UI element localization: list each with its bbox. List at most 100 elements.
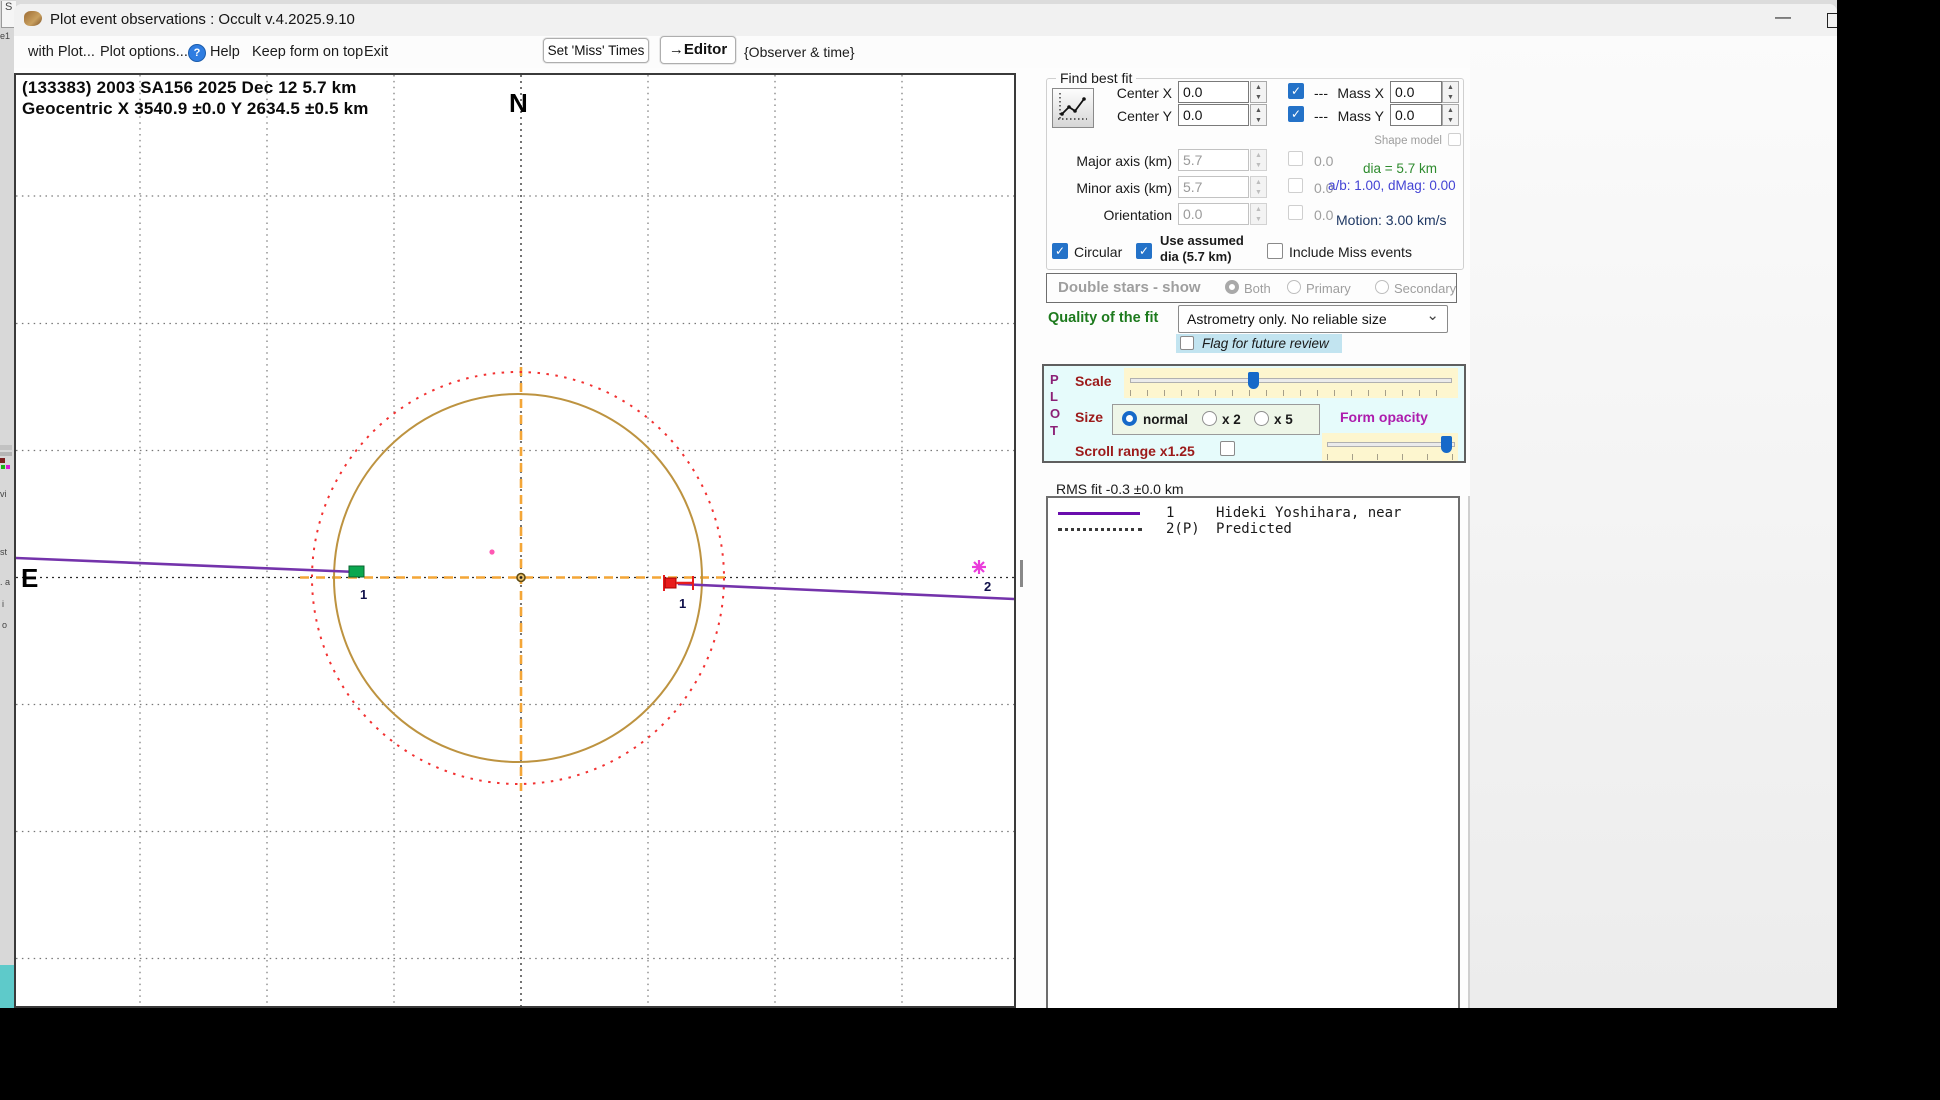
set-miss-times-button[interactable]: Set 'Miss' Times — [543, 38, 649, 63]
background-icon-fragment — [6, 465, 10, 469]
orientation-spinner[interactable]: ▲ ▼ — [1250, 203, 1267, 225]
minor-axis-input[interactable] — [1178, 176, 1249, 198]
form-opacity-ticks — [1327, 454, 1453, 460]
orientation-input[interactable] — [1178, 203, 1249, 225]
background-text-fragment: i — [2, 599, 4, 609]
menu-exit[interactable]: Exit — [364, 44, 388, 60]
background-taskbar-fragment — [0, 965, 15, 1008]
plot-letter-t: T — [1050, 423, 1058, 438]
center-x-input[interactable] — [1178, 81, 1249, 103]
size-normal-radio[interactable] — [1122, 411, 1137, 426]
quality-value: Astrometry only. No reliable size — [1187, 311, 1387, 327]
legend-line-sample — [1058, 512, 1140, 515]
plot-canvas[interactable]: 1 1 2 — [14, 73, 1016, 1008]
background-bar — [0, 452, 12, 456]
major-axis-input[interactable] — [1178, 149, 1249, 171]
background-text-fragment: vi — [0, 489, 7, 499]
scale-slider[interactable] — [1124, 368, 1458, 398]
event-title: (133383) 2003 SA156 2025 Dec 12 5.7 km — [22, 78, 357, 97]
plot-letter-o: O — [1050, 406, 1061, 421]
legend-row-label[interactable]: Hideki Yoshihara, near — [1216, 505, 1401, 521]
center-y-spinner[interactable]: ▲ ▼ — [1250, 104, 1267, 126]
grid-lines — [16, 75, 1014, 1006]
size-x2-radio[interactable] — [1202, 411, 1217, 426]
center-x-label: Center X — [1116, 85, 1172, 101]
shape-model-checkbox[interactable] — [1448, 133, 1461, 146]
panel-divider — [1468, 496, 1470, 1008]
scroll-thumb-fragment[interactable] — [1020, 560, 1023, 587]
legend-row-key[interactable]: 2(P) — [1166, 521, 1200, 537]
window-title: Plot event observations : Occult v.4.202… — [50, 11, 355, 28]
quality-label: Quality of the fit — [1048, 310, 1159, 326]
double-stars-both-label: Both — [1244, 281, 1271, 296]
major-axis-fit-checkbox[interactable] — [1288, 151, 1303, 166]
background-icon-fragment — [0, 458, 5, 463]
scale-slider-track[interactable] — [1130, 378, 1452, 383]
shape-model-label: Shape model — [1374, 135, 1442, 147]
legend-row-label[interactable]: Predicted — [1216, 521, 1292, 537]
observations-list[interactable]: 1 Hideki Yoshihara, near 2(P) Predicted — [1046, 496, 1460, 1008]
scroll-range-label: Scroll range x1.25 — [1075, 443, 1195, 459]
menu-with-plot[interactable]: with Plot... — [28, 44, 95, 60]
menu-help[interactable]: Help — [210, 44, 240, 60]
size-x2-label: x 2 — [1222, 412, 1241, 427]
legend-row-key[interactable]: 1 — [1166, 505, 1174, 521]
orientation-label: Orientation — [1103, 207, 1172, 223]
background-text-fragment: e1 — [0, 31, 11, 41]
mass-x-spinner[interactable]: ▲ ▼ — [1442, 81, 1459, 103]
use-assumed-label-2: dia (5.7 km) — [1160, 249, 1232, 264]
east-label: E — [21, 563, 39, 593]
help-icon[interactable]: ? — [188, 44, 206, 62]
flag-review-checkbox[interactable] — [1180, 336, 1194, 350]
minor-axis-fit-checkbox[interactable] — [1288, 178, 1303, 193]
menu-keep-on-top[interactable]: Keep form on top — [252, 44, 363, 60]
center-y-input[interactable] — [1178, 104, 1249, 126]
minor-axis-spinner[interactable]: ▲ ▼ — [1250, 176, 1267, 198]
predicted-position-star[interactable] — [972, 560, 986, 574]
motion-readout: Motion: 3.00 km/s — [1336, 212, 1447, 228]
dia-readout: dia = 5.7 km — [1363, 161, 1437, 176]
center-dot — [519, 576, 523, 579]
flag-review-label: Flag for future review — [1202, 336, 1329, 351]
disappearance-marker[interactable] — [348, 565, 365, 578]
major-axis-spinner[interactable]: ▲ ▼ — [1250, 149, 1267, 171]
mass-x-label: Mass X — [1337, 85, 1384, 101]
include-miss-checkbox[interactable] — [1267, 243, 1283, 259]
double-stars-both-radio[interactable] — [1225, 280, 1239, 294]
observer-time-label: {Observer & time} — [744, 44, 855, 60]
scale-slider-ticks — [1130, 390, 1450, 396]
size-normal-label: normal — [1143, 412, 1189, 427]
legend-dotted-sample — [1058, 521, 1142, 531]
center-x-spinner[interactable]: ▲ ▼ — [1250, 81, 1267, 103]
form-opacity-slider[interactable] — [1322, 433, 1458, 461]
include-miss-label: Include Miss events — [1289, 244, 1412, 260]
size-x5-radio[interactable] — [1254, 411, 1269, 426]
north-label: N — [509, 88, 528, 118]
axis-center-lines — [16, 75, 1014, 1006]
use-assumed-checkbox[interactable] — [1136, 243, 1152, 259]
editor-button[interactable]: →Editor — [660, 36, 736, 64]
form-opacity-thumb[interactable] — [1441, 436, 1452, 453]
circular-checkbox[interactable] — [1052, 243, 1068, 259]
double-stars-primary-radio[interactable] — [1287, 280, 1301, 294]
double-stars-secondary-label: Secondary — [1394, 281, 1457, 296]
find-best-fit-label: Find best fit — [1056, 70, 1137, 86]
rms-fit-readout: RMS fit -0.3 ±0.0 km — [1056, 481, 1184, 497]
occultation-plot: 1 1 2 — [15, 75, 1015, 1006]
predicted-label: 2 — [984, 579, 991, 594]
scale-slider-thumb[interactable] — [1248, 372, 1259, 389]
orientation-fit-checkbox[interactable] — [1288, 205, 1303, 220]
mass-x-input[interactable] — [1390, 81, 1442, 103]
quality-dropdown[interactable]: Astrometry only. No reliable size ⌄ — [1178, 305, 1448, 333]
double-stars-secondary-radio[interactable] — [1375, 280, 1389, 294]
chord1-end-label: 1 — [679, 596, 686, 611]
scroll-range-checkbox[interactable] — [1220, 441, 1235, 456]
form-opacity-track[interactable] — [1327, 442, 1455, 447]
plot-letter-l: L — [1050, 389, 1058, 404]
menu-plot-options[interactable]: Plot options... — [100, 44, 188, 60]
letterbox-right — [1837, 0, 1940, 1100]
mass-y-spinner[interactable]: ▲ ▼ — [1442, 104, 1459, 126]
minimize-button[interactable]: — — [1775, 9, 1791, 27]
mass-y-input[interactable] — [1390, 104, 1442, 126]
orientation-sigma: 0.0 — [1314, 207, 1334, 223]
